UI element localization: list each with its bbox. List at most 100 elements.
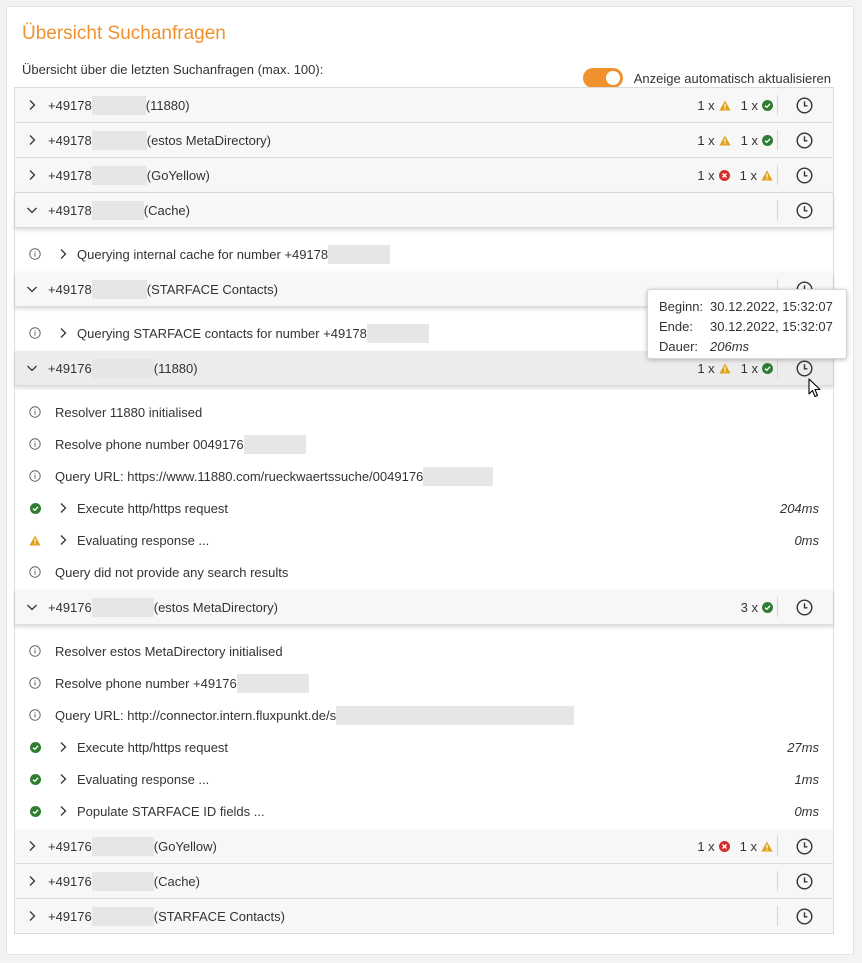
clock-icon[interactable] — [796, 167, 813, 184]
result-stats: 1 x 1 x — [691, 133, 777, 148]
detail-row: Execute http/https request 204ms — [15, 492, 833, 524]
duration-value: 27ms — [787, 739, 819, 755]
resolver-name: (Cache) — [143, 202, 190, 218]
detail-text: Execute http/https request — [77, 739, 229, 755]
result-stats: 1 x 1 x — [691, 839, 777, 854]
chevron-right-icon[interactable] — [15, 134, 48, 146]
chevron-down-icon[interactable] — [15, 601, 48, 613]
clock-icon[interactable] — [796, 838, 813, 855]
chevron-down-icon[interactable] — [15, 283, 48, 295]
redacted-number — [91, 279, 147, 299]
stat-count: 1 x — [697, 838, 715, 854]
warning-icon — [761, 170, 773, 181]
detail-text: Querying internal cache for number +4917… — [77, 246, 329, 262]
success-icon — [15, 773, 55, 785]
success-icon — [15, 741, 55, 753]
chevron-right-icon[interactable] — [55, 327, 77, 339]
redacted-number — [91, 597, 154, 617]
detail-text: Resolve phone number 0049176 — [55, 436, 244, 452]
divider — [777, 130, 778, 150]
request-label: +49178 (11880) — [48, 95, 190, 115]
request-row[interactable]: +49178 (estos MetaDirectory) 1 x 1 x — [15, 123, 833, 158]
info-icon — [15, 327, 55, 339]
request-row[interactable]: +49178 (Cache) — [15, 193, 833, 228]
timing-tooltip: Beginn: 30.12.2022, 15:32:07 Ende: 30.12.2… — [647, 289, 847, 359]
stat-count: 3 x — [740, 599, 758, 615]
chevron-right-icon[interactable] — [55, 534, 77, 546]
request-row[interactable]: +49176 (STARFACE Contacts) — [15, 899, 833, 934]
tooltip-duration-value: 206ms — [710, 338, 750, 354]
detail-row: Resolver 11880 initialised — [15, 396, 833, 428]
stat-count: 1 x — [697, 167, 715, 183]
phone-prefix: +49178 — [48, 281, 92, 297]
tooltip-begin-value: 30.12.2022, 15:32:07 — [710, 298, 833, 314]
chevron-right-icon[interactable] — [15, 910, 48, 922]
clock-icon[interactable] — [796, 908, 813, 925]
divider — [777, 358, 778, 378]
clock-icon[interactable] — [796, 599, 813, 616]
tooltip-duration-label: Dauer: — [659, 338, 699, 354]
redacted-number — [91, 358, 154, 378]
redacted-number — [91, 836, 154, 856]
auto-refresh-control: Anzeige automatisch aktualisieren — [582, 68, 831, 88]
auto-refresh-toggle[interactable] — [582, 68, 623, 88]
request-label: +49178 (GoYellow) — [48, 165, 210, 185]
error-icon — [718, 840, 730, 852]
stat-item: 1 x — [741, 133, 777, 148]
divider — [777, 165, 778, 185]
chevron-right-icon[interactable] — [55, 741, 77, 753]
request-row[interactable]: +49176 (GoYellow) 1 x 1 x — [15, 829, 833, 864]
stat-count: 1 x — [697, 97, 715, 113]
detail-row: Populate STARFACE ID fields ... 0ms — [15, 795, 833, 827]
chevron-right-icon[interactable] — [55, 773, 77, 785]
redacted-number — [91, 165, 147, 185]
chevron-right-icon[interactable] — [15, 875, 48, 887]
redacted-number — [328, 244, 391, 264]
detail-text: Resolver 11880 initialised — [55, 404, 203, 420]
stat-count: 1 x — [740, 132, 758, 148]
info-icon — [15, 470, 55, 482]
detail-row: Query did not provide any search results — [15, 556, 833, 588]
phone-prefix: +49176 — [48, 599, 92, 615]
success-icon — [762, 99, 773, 111]
chevron-right-icon[interactable] — [55, 248, 77, 260]
stat-item: 1 x — [741, 361, 777, 376]
redacted-number — [91, 130, 147, 150]
clock-icon[interactable] — [796, 97, 813, 114]
detail-row: Resolve phone number 0049176 — [15, 428, 833, 460]
divider — [777, 906, 778, 926]
stat-item: 1 x — [697, 168, 733, 183]
phone-prefix: +49176 — [48, 908, 92, 924]
chevron-right-icon[interactable] — [15, 99, 48, 111]
chevron-down-icon[interactable] — [15, 204, 48, 216]
stat-count: 1 x — [697, 360, 715, 376]
detail-row: Execute http/https request 27ms — [15, 731, 833, 763]
detail-text: Resolver estos MetaDirectory initialised — [55, 643, 283, 659]
clock-icon[interactable] — [796, 873, 813, 890]
request-row[interactable]: +49178 (11880) 1 x 1 x — [15, 88, 833, 123]
request-row[interactable]: +49176 (Cache) — [15, 864, 833, 899]
chevron-right-icon[interactable] — [15, 840, 48, 852]
clock-icon[interactable] — [796, 202, 813, 219]
detail-row: Query URL: http://connector.intern.fluxp… — [15, 699, 833, 731]
clock-icon[interactable] — [796, 132, 813, 149]
chevron-down-icon[interactable] — [15, 362, 48, 374]
info-icon — [15, 566, 55, 578]
result-stats: 1 x 1 x — [691, 168, 777, 183]
resolver-name: (STARFACE Contacts) — [146, 281, 278, 297]
request-row[interactable]: +49178 (GoYellow) 1 x 1 x — [15, 158, 833, 193]
stat-item: 1 x — [697, 133, 734, 148]
chevron-right-icon[interactable] — [55, 805, 77, 817]
mouse-cursor-icon — [808, 378, 821, 398]
tooltip-end-label: Ende: — [659, 318, 693, 334]
stat-item: 3 x — [741, 600, 777, 615]
request-row[interactable]: +49176 (estos MetaDirectory) 3 x — [15, 590, 833, 625]
clock-icon[interactable] — [796, 360, 813, 377]
resolver-name: (GoYellow) — [153, 838, 217, 854]
chevron-right-icon[interactable] — [15, 169, 48, 181]
request-label: +49176 (STARFACE Contacts) — [48, 906, 285, 926]
chevron-right-icon[interactable] — [55, 502, 77, 514]
duration-value: 0ms — [794, 803, 819, 819]
redacted-number — [91, 871, 154, 891]
info-icon — [15, 709, 55, 721]
